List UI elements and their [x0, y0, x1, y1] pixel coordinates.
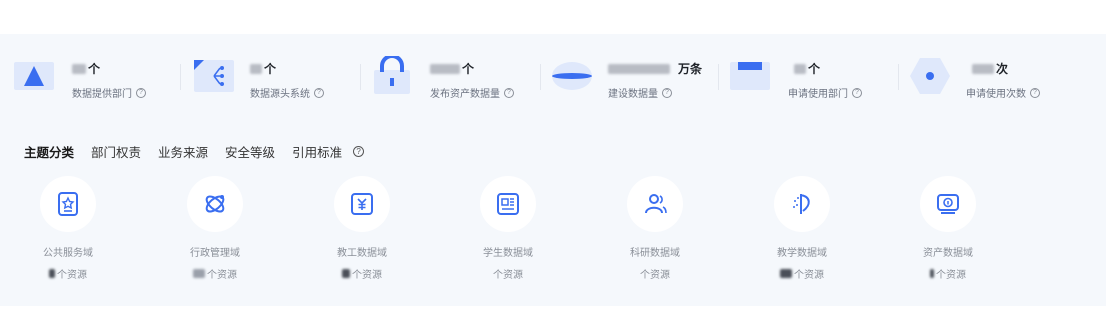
stat-value: 个 [462, 62, 475, 76]
lock-icon [374, 56, 410, 94]
network-icon [194, 60, 234, 92]
stats-row: 个 数据提供部门? 个 数据源头系统? 个 发布资产数据量? 万条 建设数据量 … [0, 34, 1106, 120]
divider [718, 64, 719, 90]
stat-value: 万条 [678, 62, 703, 76]
domain-teaching[interactable]: 教学数据域 个资源 [742, 176, 862, 281]
domain-name: 教工数据域 [337, 248, 387, 259]
tab-security-level[interactable]: 安全等级 [225, 142, 275, 161]
domain-count: 个资源 [936, 270, 966, 281]
card-icon [730, 62, 770, 90]
stat-blur [972, 63, 994, 74]
stat-label: 申请使用部门 [788, 89, 848, 100]
stat-label: 发布资产数据量 [430, 89, 500, 100]
count-blur [342, 269, 350, 278]
stat-blur [608, 63, 670, 74]
stat-published-assets: 个 发布资产数据量? [372, 52, 542, 106]
overview-panel: 个 数据提供部门? 个 数据源头系统? 个 发布资产数据量? 万条 建设数据量 … [0, 34, 1106, 306]
tab-reference-standard[interactable]: 引用标准 [292, 142, 342, 161]
stat-label: 申请使用次数 [966, 89, 1026, 100]
help-icon[interactable]: ? [504, 87, 514, 98]
domain-count: 个资源 [640, 270, 670, 281]
stat-blur [72, 63, 86, 74]
help-icon[interactable]: ? [314, 87, 324, 98]
stat-usage-count: 次 申请使用次数? [910, 52, 1090, 106]
domain-count: 个资源 [207, 270, 237, 281]
stat-value: 个 [808, 62, 821, 76]
domain-research[interactable]: 科研数据域 个资源 [595, 176, 715, 281]
domain-student[interactable]: 学生数据域 个资源 [448, 176, 568, 281]
divider [898, 64, 899, 90]
count-blur [193, 269, 205, 278]
pyramid-icon [14, 62, 54, 90]
monitor-info-icon [937, 194, 959, 214]
stat-provider-departments: 个 数据提供部门? [14, 52, 174, 106]
stat-value: 次 [996, 62, 1009, 76]
domain-administration[interactable]: 行政管理域 个资源 [155, 176, 275, 281]
yuan-wallet-icon [351, 193, 373, 215]
hexagon-icon [910, 58, 950, 94]
satellite-icon [205, 195, 225, 213]
stat-blur [430, 63, 460, 74]
domain-name: 科研数据域 [630, 248, 680, 259]
help-icon[interactable]: ? [662, 87, 672, 98]
category-tabs: 主题分类 部门权责 业务来源 安全等级 引用标准 ? [24, 142, 365, 161]
domain-public-service[interactable]: 公共服务域 个资源 [8, 176, 128, 281]
stat-source-systems: 个 数据源头系统? [192, 52, 352, 106]
domain-name: 公共服务域 [43, 248, 93, 259]
magic-wand-icon [793, 194, 810, 214]
stat-label: 数据提供部门 [72, 89, 132, 100]
tab-department[interactable]: 部门权责 [91, 142, 141, 161]
domain-count: 个资源 [352, 270, 382, 281]
tab-business-source[interactable]: 业务来源 [158, 142, 208, 161]
domain-name: 教学数据域 [777, 248, 827, 259]
domain-count: 个资源 [794, 270, 824, 281]
stat-value: 个 [88, 62, 101, 76]
stat-applying-departments: 个 申请使用部门? [730, 52, 900, 106]
divider [360, 64, 361, 90]
disc-icon [552, 62, 592, 90]
certificate-icon [58, 192, 78, 216]
stat-built-data: 万条 建设数据量? [552, 52, 722, 106]
divider [180, 64, 181, 90]
stat-blur [250, 63, 262, 74]
count-blur [49, 269, 55, 278]
stat-value: 个 [264, 62, 277, 76]
domain-assets[interactable]: 资产数据域 个资源 [888, 176, 1008, 281]
stat-label: 建设数据量 [608, 89, 658, 100]
newspaper-icon [497, 193, 519, 215]
help-icon[interactable]: ? [136, 87, 146, 98]
users-icon [645, 194, 667, 214]
domain-name: 学生数据域 [483, 248, 533, 259]
domain-faculty[interactable]: 教工数据域 个资源 [302, 176, 422, 281]
domain-name: 资产数据域 [923, 248, 973, 259]
help-icon[interactable]: ? [1030, 87, 1040, 98]
count-blur [780, 269, 792, 278]
domain-name: 行政管理域 [190, 248, 240, 259]
domain-count: 个资源 [493, 270, 523, 281]
help-icon[interactable]: ? [353, 146, 365, 157]
stat-label: 数据源头系统 [250, 89, 310, 100]
domain-count: 个资源 [57, 270, 87, 281]
tab-subject[interactable]: 主题分类 [24, 142, 74, 161]
count-blur [930, 269, 934, 278]
help-icon[interactable]: ? [852, 87, 862, 98]
divider [540, 64, 541, 90]
stat-blur [794, 63, 806, 74]
